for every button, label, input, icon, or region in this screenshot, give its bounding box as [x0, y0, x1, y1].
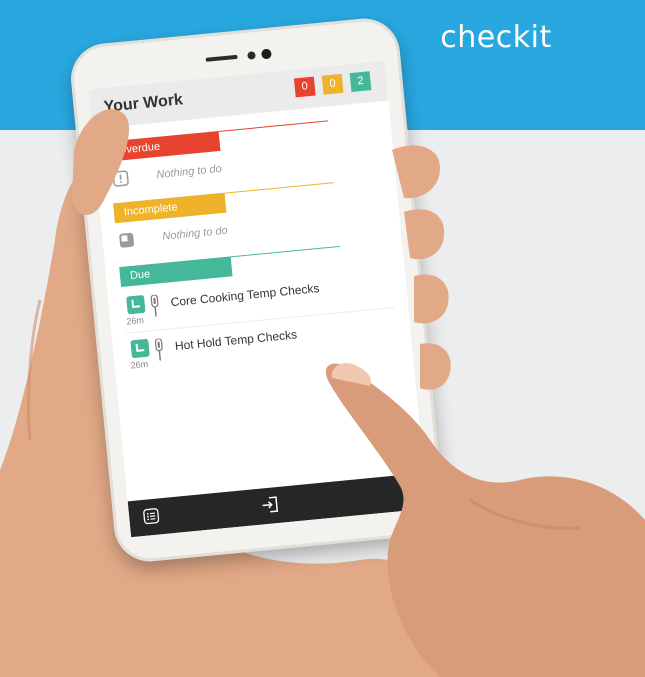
fingers-illustration	[72, 109, 645, 677]
